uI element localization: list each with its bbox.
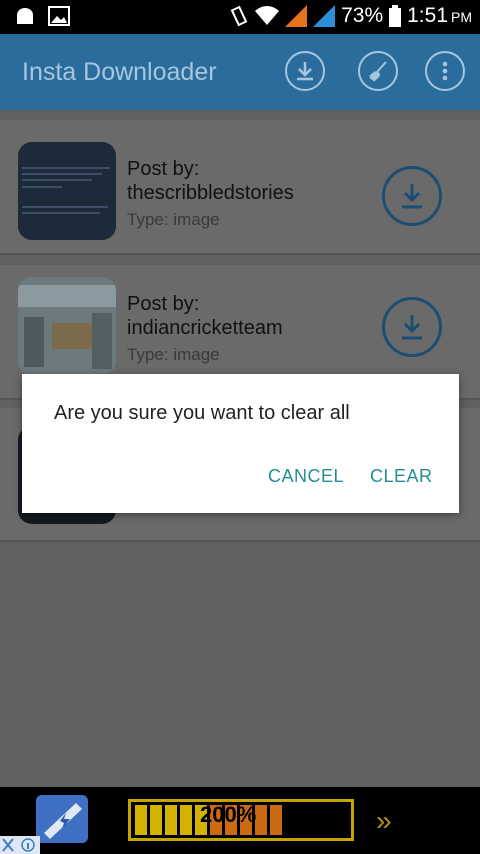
signal-icon-2 (313, 5, 336, 27)
dialog-message: Are you sure you want to clear all (54, 402, 350, 424)
download-button[interactable] (382, 166, 442, 226)
clock-ampm: PM (451, 9, 472, 25)
thumbnail-image (18, 142, 116, 240)
download-icon (402, 184, 422, 209)
post-username: indiancricketteam (127, 317, 283, 339)
broom-icon (369, 61, 387, 82)
image-icon (48, 6, 70, 26)
battery-icon (389, 5, 402, 27)
post-username: thescribbledstories (127, 182, 294, 204)
ad-banner[interactable]: 200% » (0, 787, 480, 854)
ad-arrows: » (376, 805, 392, 836)
app-bar: Insta Downloader (0, 34, 480, 110)
download-button[interactable] (382, 297, 442, 357)
overflow-menu-button[interactable] (425, 51, 465, 91)
download-icon (402, 315, 422, 340)
battery-app-icon (36, 795, 88, 843)
clear-button[interactable]: CLEAR (370, 466, 433, 487)
confirm-clear-dialog: Are you sure you want to clear all CANCE… (22, 374, 459, 513)
list-item[interactable]: Post by: thescribbledstories Type: image (0, 120, 480, 255)
thumbnail-image (18, 277, 116, 375)
post-type: Type: image (127, 345, 220, 364)
ad-app-icon (36, 795, 88, 843)
status-bar: 73% 1:51 PM (0, 0, 480, 34)
more-vert-icon (442, 61, 448, 81)
post-thumbnail (18, 277, 116, 375)
close-icon (2, 838, 35, 852)
clock-time: 1:51 (407, 4, 448, 27)
ad-percent: 200% (200, 802, 257, 827)
download-all-button[interactable] (285, 51, 325, 91)
android-icon (17, 8, 33, 24)
battery-percent: 73% (341, 4, 384, 27)
post-thumbnail (18, 142, 116, 240)
download-icon (297, 62, 313, 81)
app-title: Insta Downloader (22, 58, 217, 86)
cancel-button[interactable]: CANCEL (268, 466, 344, 487)
post-by-label: Post by: (127, 293, 200, 315)
signal-icon-1 (285, 5, 308, 27)
clock: 1:51 PM (407, 4, 472, 28)
wifi-icon (255, 6, 280, 26)
vibrate-icon (230, 5, 248, 27)
post-by-label: Post by: (127, 158, 200, 180)
ad-close-button[interactable] (0, 836, 40, 854)
post-type: Type: image (127, 210, 220, 229)
clear-all-button[interactable] (358, 51, 398, 91)
